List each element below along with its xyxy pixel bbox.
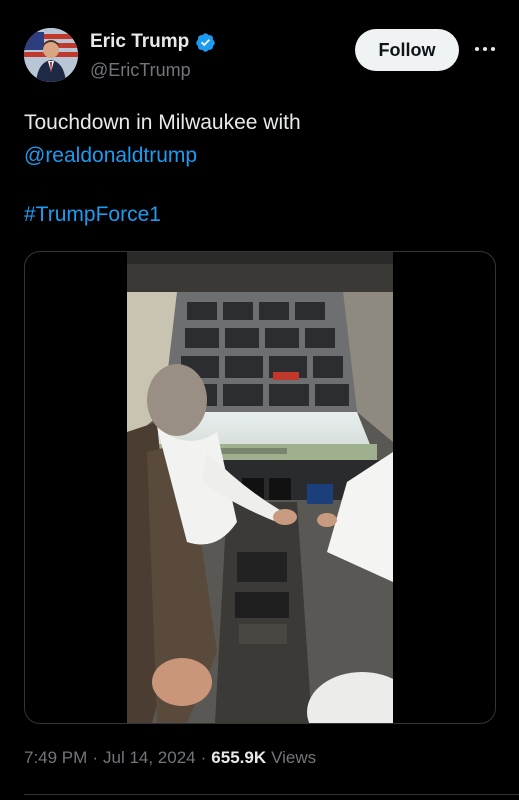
- dot: [483, 47, 487, 51]
- author-name[interactable]: Eric Trump: [90, 31, 189, 53]
- mention-link[interactable]: @realdonaldtrump: [24, 139, 494, 172]
- verified-badge-icon: [196, 32, 215, 52]
- post-text-line: Touchdown in Milwaukee with: [24, 111, 301, 134]
- views-count: 655.9K: [211, 748, 267, 767]
- dot: [475, 47, 479, 51]
- post-date[interactable]: Jul 14, 2024: [103, 748, 196, 768]
- cockpit-video[interactable]: [127, 252, 393, 723]
- hashtag-link[interactable]: #TrumpForce1: [24, 203, 161, 227]
- dot: [491, 47, 495, 51]
- post-text: Touchdown in Milwaukee with @realdonaldt…: [24, 106, 494, 172]
- meta-separator: ·: [92, 748, 98, 767]
- views-label: Views: [271, 748, 317, 767]
- author-handle[interactable]: @EricTrump: [90, 60, 191, 81]
- post-time[interactable]: 7:49 PM: [24, 748, 87, 768]
- avatar-image: [24, 28, 78, 82]
- avatar[interactable]: [24, 28, 78, 82]
- author-name-row[interactable]: Eric Trump: [90, 31, 216, 53]
- meta-separator: ·: [200, 748, 207, 767]
- post-meta: 7:49 PM · Jul 14, 2024 · 655.9K Views: [24, 748, 316, 768]
- divider: [24, 794, 519, 795]
- media-container[interactable]: [24, 251, 496, 724]
- more-options-icon[interactable]: [470, 34, 500, 64]
- follow-button[interactable]: Follow: [355, 29, 459, 71]
